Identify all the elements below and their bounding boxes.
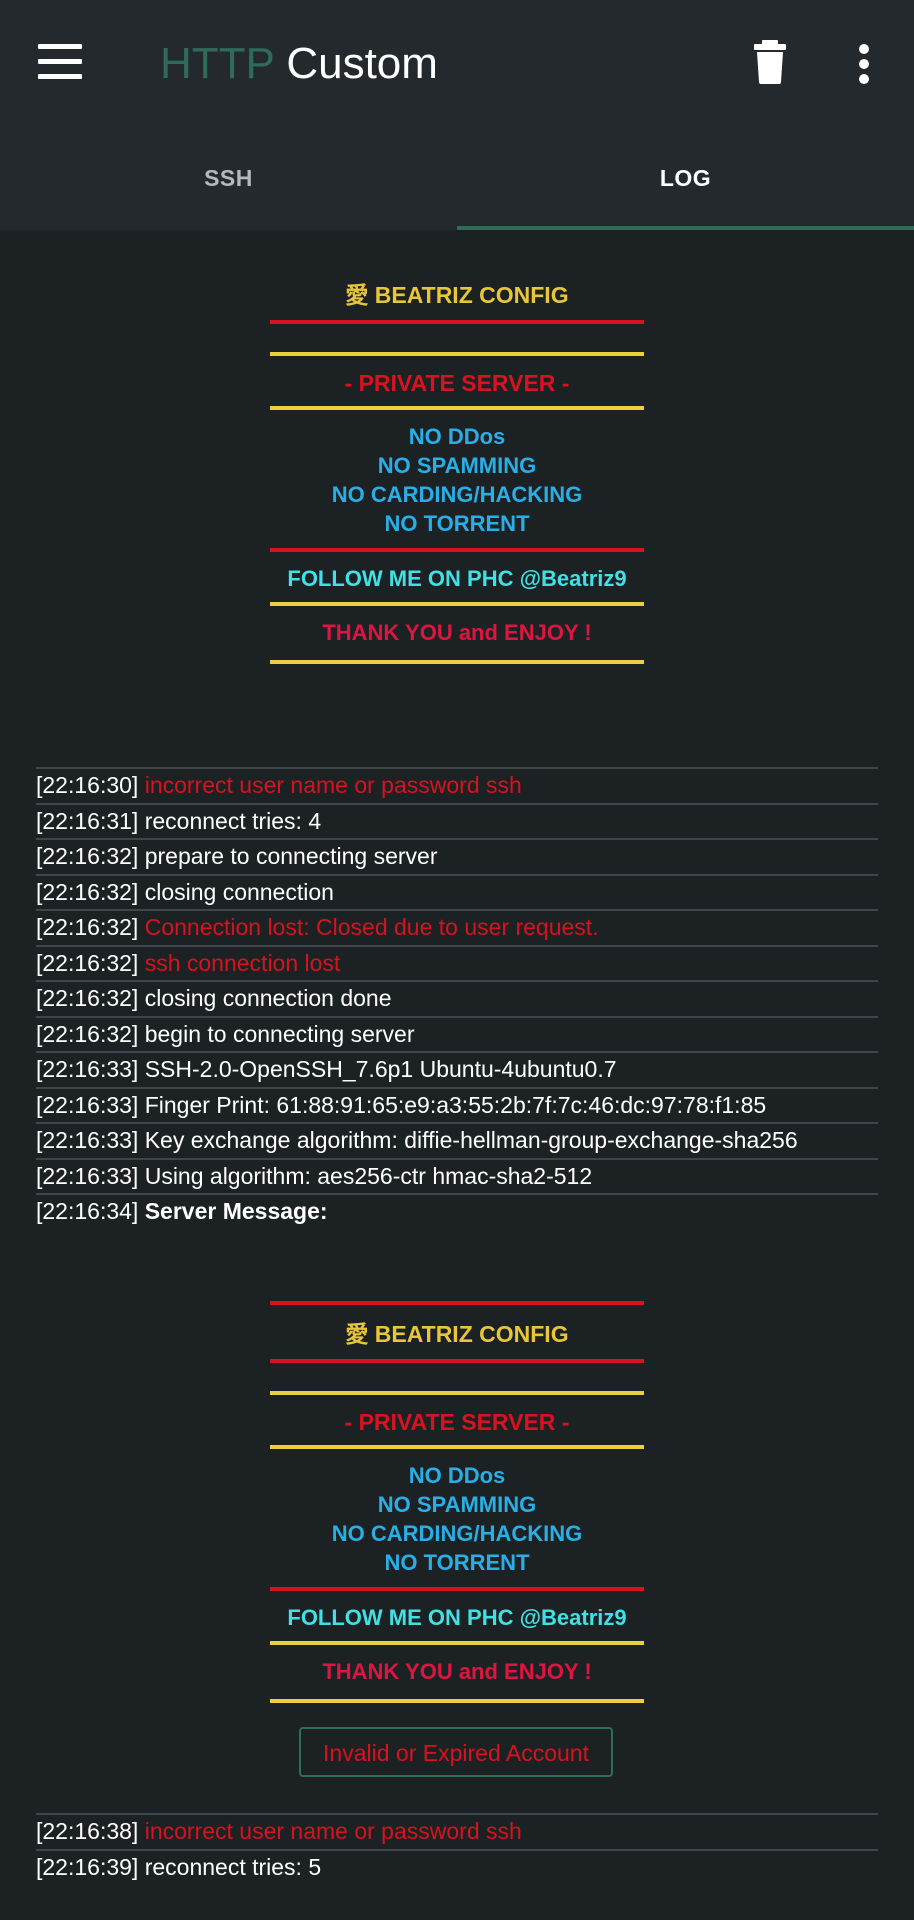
log-timestamp: [22:16:33] <box>36 1091 139 1118</box>
rule-item: NO DDos <box>408 1463 506 1488</box>
log-timestamp: [22:16:31] <box>36 807 139 834</box>
tab-log[interactable]: LOG <box>457 128 914 230</box>
log-entry: [22:16:38] incorrect user name or passwo… <box>36 1813 878 1849</box>
banner-thanks: THANK YOU and ENJOY ! <box>322 1659 592 1684</box>
log-timestamp: [22:16:33] <box>36 1056 139 1082</box>
log-timestamp: [22:16:33] <box>36 1127 139 1153</box>
divider-yellow <box>270 660 644 664</box>
banner-private-server: - PRIVATE SERVER - <box>344 1409 570 1435</box>
app-title-http: HTTP <box>160 39 275 88</box>
tab-bar: SSH LOG <box>0 128 914 230</box>
log-entry: [22:16:32] Connection lost: Closed due t… <box>36 909 878 945</box>
log-message: incorrect user name or password ssh <box>144 772 522 798</box>
more-vert-icon[interactable] <box>852 40 876 88</box>
server-banner-bottom: 愛 BEATRIZ CONFIG - PRIVATE SERVER - NO D… <box>270 1301 644 1703</box>
log-message: closing connection done <box>144 985 392 1011</box>
log-entry: [22:16:31] reconnect tries: 4 <box>36 802 878 839</box>
divider-yellow <box>270 1445 644 1449</box>
divider-yellow <box>270 602 644 606</box>
active-tab-indicator <box>457 226 914 230</box>
log-message: SSH-2.0-OpenSSH_7.6p1 Ubuntu-4ubuntu0.7 <box>144 1056 617 1082</box>
log-timestamp: [22:16:34] <box>36 1198 139 1224</box>
log-timestamp: [22:16:32] <box>36 878 139 905</box>
rule-item: NO TORRENT <box>384 1550 530 1575</box>
log-entry: [22:16:32] closing connection <box>36 873 878 910</box>
banner-rules: NO DDos NO SPAMMING NO CARDING/HACKING N… <box>270 1461 644 1577</box>
log-timestamp: [22:16:39] <box>36 1853 139 1880</box>
divider-red <box>270 548 644 552</box>
log-timestamp: [22:16:32] <box>36 914 139 940</box>
divider-yellow <box>270 352 644 356</box>
rule-item: NO SPAMMING <box>377 1492 537 1517</box>
divider-red <box>270 1587 644 1591</box>
log-timestamp: [22:16:33] <box>36 1162 139 1189</box>
server-banner-top: 愛 BEATRIZ CONFIG - PRIVATE SERVER - NO D… <box>270 278 644 664</box>
log-entry: [22:16:30] incorrect user name or passwo… <box>36 767 878 803</box>
log-message: ssh connection lost <box>144 949 341 976</box>
log-message: incorrect user name or password ssh <box>144 1818 522 1844</box>
log-message: reconnect tries: 4 <box>144 807 322 834</box>
banner-rules: NO DDos NO SPAMMING NO CARDING/HACKING N… <box>270 422 644 538</box>
banner-private-server: - PRIVATE SERVER - <box>344 370 570 396</box>
log-entry: [22:16:32] prepare to connecting server <box>36 838 878 874</box>
trash-icon[interactable] <box>752 38 788 86</box>
log-entry: [22:16:32] ssh connection lost <box>36 944 878 981</box>
log-message: begin to connecting server <box>144 1020 415 1047</box>
log-timestamp: [22:16:32] <box>36 843 139 869</box>
hamburger-menu-icon[interactable] <box>38 44 84 80</box>
log-message: closing connection <box>144 878 334 905</box>
log-entry: [22:16:32] begin to connecting server <box>36 1015 878 1052</box>
divider-yellow <box>270 1699 644 1703</box>
banner-follow: FOLLOW ME ON PHC @Beatriz9 <box>287 566 627 591</box>
log-message: Connection lost: Closed due to user requ… <box>144 914 599 940</box>
divider-red <box>270 320 644 324</box>
log-message: reconnect tries: 5 <box>144 1853 322 1880</box>
divider-yellow <box>270 1641 644 1645</box>
log-entry: [22:16:33] Key exchange algorithm: diffi… <box>36 1122 878 1158</box>
log-entry: [22:16:32] closing connection done <box>36 980 878 1016</box>
log-list: [22:16:30] incorrect user name or passwo… <box>36 767 878 1229</box>
banner-title: 愛 BEATRIZ CONFIG <box>345 1321 569 1347</box>
banner-title: 愛 BEATRIZ CONFIG <box>345 282 569 308</box>
rule-item: NO CARDING/HACKING <box>331 482 583 507</box>
log-message: Key exchange algorithm: diffie-hellman-g… <box>144 1127 798 1153</box>
log-timestamp: [22:16:38] <box>36 1818 139 1844</box>
log-timestamp: [22:16:30] <box>36 772 139 798</box>
divider-yellow <box>270 1391 644 1395</box>
rule-item: NO CARDING/HACKING <box>331 1521 583 1546</box>
log-entry: [22:16:33] SSH-2.0-OpenSSH_7.6p1 Ubuntu-… <box>36 1051 878 1087</box>
log-message: Using algorithm: aes256-ctr hmac-sha2-51… <box>144 1162 593 1189</box>
rule-item: NO SPAMMING <box>377 453 537 478</box>
app-title-custom: Custom <box>286 39 438 88</box>
banner-thanks: THANK YOU and ENJOY ! <box>322 620 592 645</box>
log-timestamp: [22:16:32] <box>36 1020 139 1047</box>
divider-red <box>270 1359 644 1363</box>
log-message: prepare to connecting server <box>144 843 438 869</box>
app-title: HTTP Custom <box>160 36 438 92</box>
log-entry: [22:16:33] Finger Print: 61:88:91:65:e9:… <box>36 1086 878 1123</box>
log-entry: [22:16:33] Using algorithm: aes256-ctr h… <box>36 1157 878 1194</box>
divider-yellow <box>270 406 644 410</box>
log-message: Server Message: <box>144 1198 328 1224</box>
log-message: Finger Print: 61:88:91:65:e9:a3:55:2b:7f… <box>144 1091 767 1118</box>
rule-item: NO DDos <box>408 424 506 449</box>
rule-item: NO TORRENT <box>384 511 530 536</box>
log-list: [22:16:38] incorrect user name or passwo… <box>36 1813 878 1884</box>
log-entry: [22:16:39] reconnect tries: 5 <box>36 1848 878 1885</box>
divider-red <box>270 1301 644 1305</box>
app-bar: HTTP Custom <box>0 0 914 128</box>
banner-follow: FOLLOW ME ON PHC @Beatriz9 <box>287 1605 627 1630</box>
log-entry: [22:16:34] Server Message: <box>36 1193 878 1229</box>
log-timestamp: [22:16:32] <box>36 985 139 1011</box>
log-timestamp: [22:16:32] <box>36 949 139 976</box>
tab-ssh[interactable]: SSH <box>0 128 457 230</box>
toast-message: Invalid or Expired Account <box>299 1727 613 1777</box>
